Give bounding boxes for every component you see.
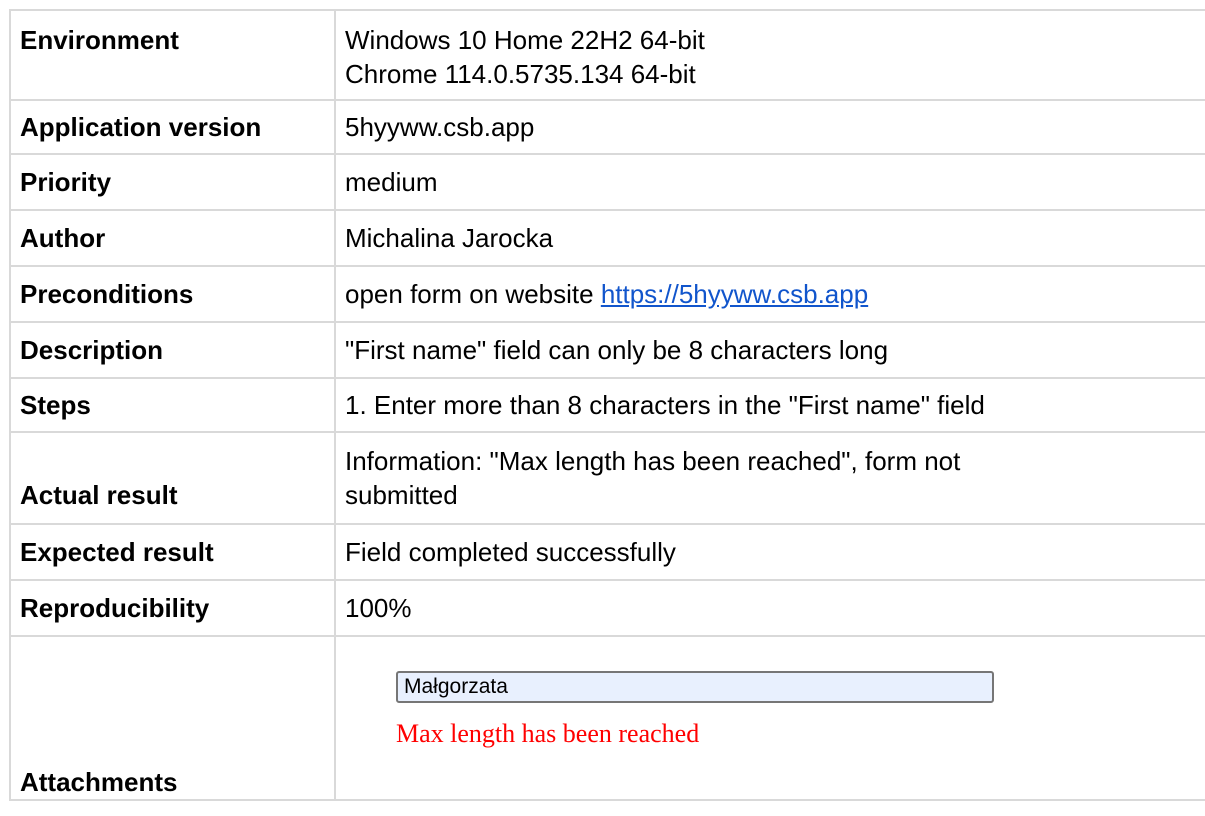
label-environment: Environment <box>9 9 336 101</box>
max-length-error-message: Max length has been reached <box>396 719 700 748</box>
value-description: "First name" field can only be 8 charact… <box>334 321 1205 379</box>
row-author: Author Michalina Jarocka <box>9 209 1205 267</box>
value-steps: 1. Enter more than 8 characters in the "… <box>334 377 1205 433</box>
preconditions-text: open form on website <box>345 279 601 309</box>
label-reproducibility: Reproducibility <box>9 579 336 637</box>
row-expected-result: Expected result Field completed successf… <box>9 523 1205 581</box>
row-preconditions: Preconditions open form on website https… <box>9 265 1205 323</box>
value-expected-result: Field completed successfully <box>334 523 1205 581</box>
bug-report-table: Environment Windows 10 Home 22H2 64-bit … <box>9 9 1205 801</box>
row-attachments: Attachments Małgorzata Max length has be… <box>9 635 1205 801</box>
row-priority: Priority medium <box>9 153 1205 211</box>
row-application-version: Application version 5hyyww.csb.app <box>9 99 1205 155</box>
value-application-version: 5hyyww.csb.app <box>334 99 1205 155</box>
bug-report-page: Environment Windows 10 Home 22H2 64-bit … <box>0 0 1205 816</box>
label-application-version: Application version <box>9 99 336 155</box>
label-preconditions: Preconditions <box>9 265 336 323</box>
website-link[interactable]: https://5hyyww.csb.app <box>601 279 868 309</box>
label-actual-result: Actual result <box>9 431 336 525</box>
label-author: Author <box>9 209 336 267</box>
row-reproducibility: Reproducibility 100% <box>9 579 1205 637</box>
row-actual-result: Actual result Information: "Max length h… <box>9 431 1205 525</box>
label-priority: Priority <box>9 153 336 211</box>
value-environment: Windows 10 Home 22H2 64-bit Chrome 114.0… <box>334 9 1205 101</box>
attachment-screenshot: Małgorzata Max length has been reached <box>345 637 1205 797</box>
value-priority: medium <box>334 153 1205 211</box>
environment-os: Windows 10 Home 22H2 64-bit <box>345 25 705 55</box>
environment-browser: Chrome 114.0.5735.134 64-bit <box>345 59 696 89</box>
label-attachments: Attachments <box>9 635 336 801</box>
label-expected-result: Expected result <box>9 523 336 581</box>
row-description: Description "First name" field can only … <box>9 321 1205 379</box>
label-steps: Steps <box>9 377 336 433</box>
value-author: Michalina Jarocka <box>334 209 1205 267</box>
value-reproducibility: 100% <box>334 579 1205 637</box>
value-actual-result: Information: "Max length has been reache… <box>334 431 1205 525</box>
actual-result-line2: submitted <box>345 480 458 510</box>
actual-result-line1: Information: "Max length has been reache… <box>345 446 961 476</box>
first-name-input[interactable]: Małgorzata <box>396 671 994 703</box>
value-attachments: Małgorzata Max length has been reached <box>334 635 1205 801</box>
value-preconditions: open form on website https://5hyyww.csb.… <box>334 265 1205 323</box>
row-steps: Steps 1. Enter more than 8 characters in… <box>9 377 1205 433</box>
row-environment: Environment Windows 10 Home 22H2 64-bit … <box>9 9 1205 101</box>
label-description: Description <box>9 321 336 379</box>
